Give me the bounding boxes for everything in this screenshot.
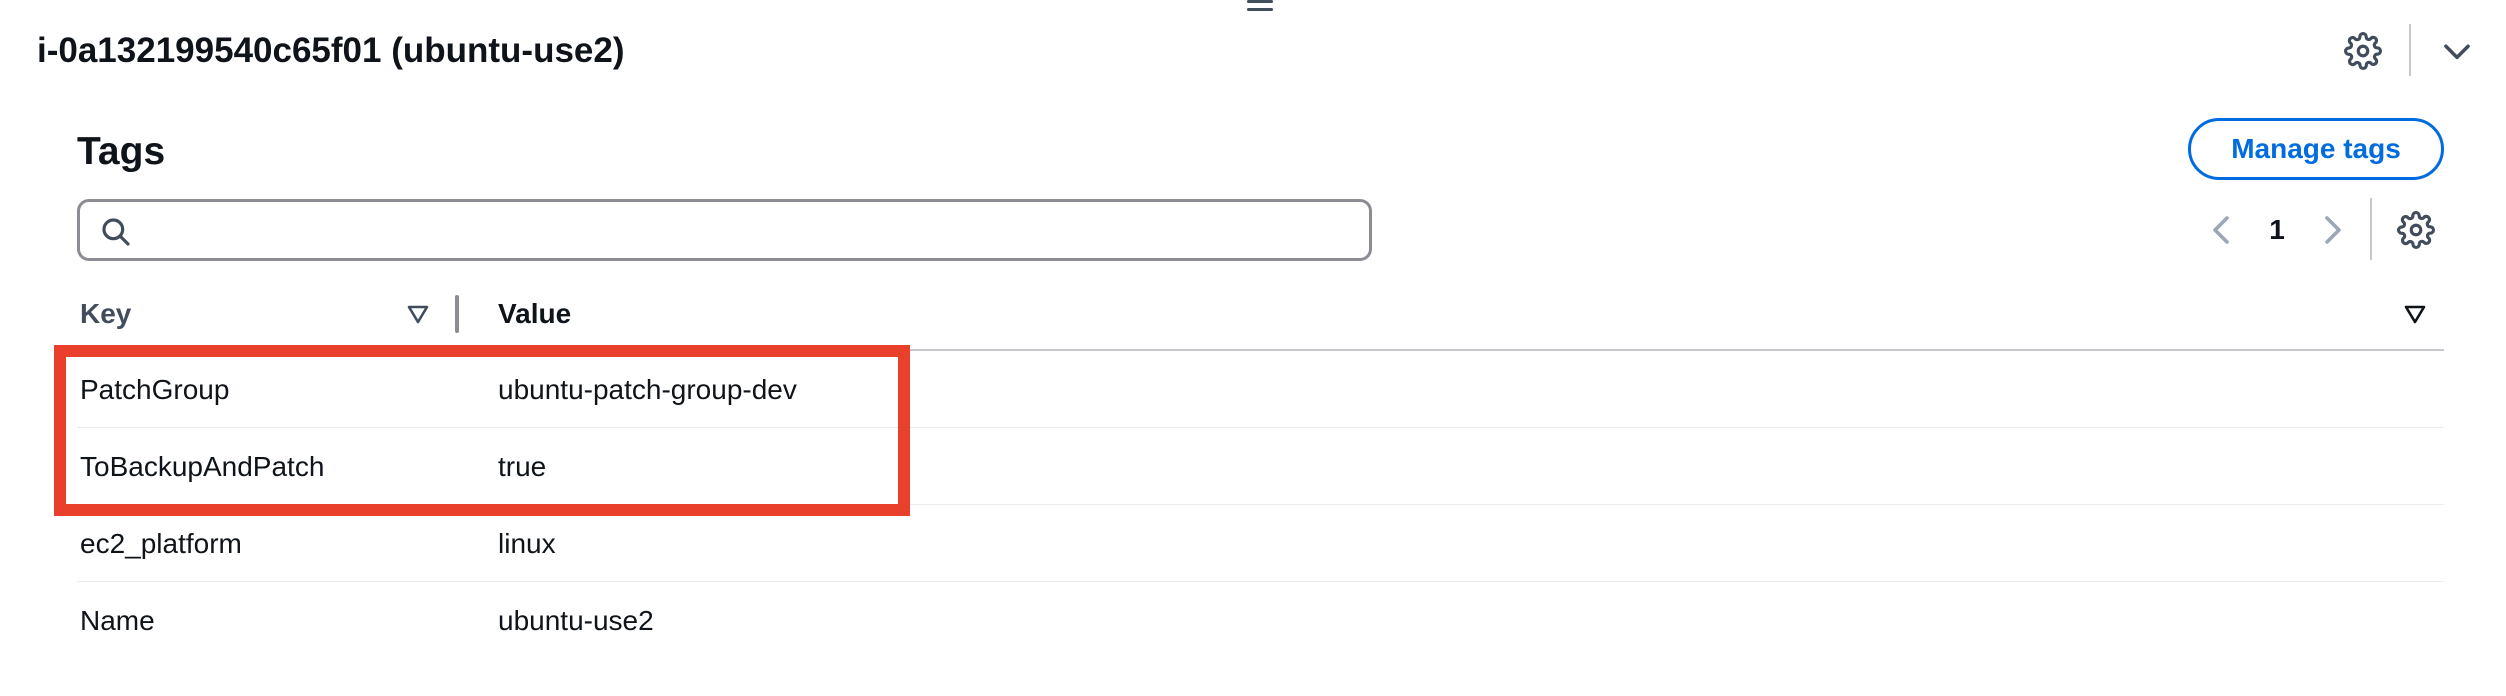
tag-value: linux — [498, 528, 556, 559]
column-header-key[interactable]: Key — [80, 294, 131, 334]
sort-caret-icon[interactable] — [2403, 302, 2427, 326]
page-number[interactable]: 1 — [2262, 212, 2292, 248]
gear-icon[interactable] — [2344, 32, 2382, 70]
manage-tags-button[interactable]: Manage tags — [2188, 118, 2444, 180]
instance-title: i-0a132199540c65f01 (ubuntu-use2) — [37, 31, 625, 70]
tag-value: ubuntu-use2 — [498, 605, 654, 636]
chevron-down-icon[interactable] — [2438, 32, 2476, 70]
pager-divider — [2370, 198, 2372, 260]
search-icon — [102, 218, 130, 246]
tag-search-input[interactable] — [146, 210, 1350, 252]
gear-icon[interactable] — [2397, 211, 2435, 249]
tag-key: Name — [80, 605, 155, 636]
chevron-right-icon[interactable] — [2318, 212, 2348, 248]
column-header-value[interactable]: Value — [498, 294, 571, 334]
column-resizer[interactable] — [455, 295, 459, 333]
highlight-annotation-box — [54, 345, 910, 516]
chevron-left-icon[interactable] — [2206, 212, 2236, 248]
tag-search-field[interactable] — [77, 199, 1372, 261]
table-row: ec2_platform linux — [77, 505, 2444, 582]
drag-handle-icon[interactable] — [1247, 0, 1273, 18]
sort-caret-icon[interactable] — [406, 302, 430, 326]
tags-heading: Tags — [77, 130, 166, 173]
table-row: Name ubuntu-use2 — [77, 582, 2444, 659]
toolbar-divider — [2409, 24, 2411, 76]
tag-key: ec2_platform — [80, 528, 242, 559]
